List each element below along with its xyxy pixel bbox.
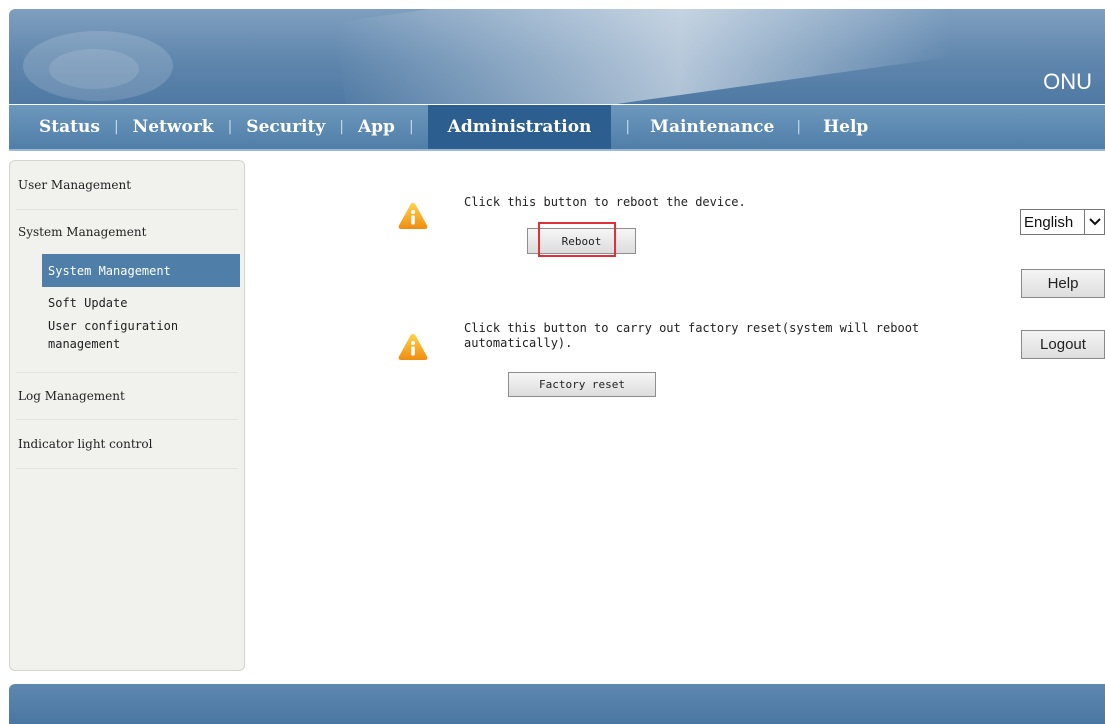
header-banner: ONU	[9, 9, 1105, 104]
nav-item-app[interactable]: App	[358, 105, 395, 149]
nav-item-status[interactable]: Status	[9, 105, 100, 149]
sidebar-subitem-user-configuration-management[interactable]: User configuration management	[48, 314, 244, 353]
banner-light-streak	[334, 9, 1104, 104]
main-nav: Status | Network | Security | App | Admi…	[9, 105, 1105, 151]
nav-separator: |	[625, 119, 631, 135]
factory-reset-message-line2: automatically).	[464, 336, 573, 350]
sidebar-item-indicator-light-control[interactable]: Indicator light control	[10, 420, 244, 468]
sidebar: User Management System Management System…	[9, 160, 245, 671]
sidebar-subitem-label-line1: User configuration	[48, 319, 179, 333]
sidebar-subitem-soft-update[interactable]: Soft Update	[48, 292, 244, 314]
warning-icon	[398, 203, 428, 229]
language-select[interactable]: English	[1020, 209, 1105, 235]
nav-separator: |	[796, 119, 802, 135]
warning-icon	[398, 334, 428, 360]
nav-item-security[interactable]: Security	[246, 105, 325, 149]
sidebar-item-log-management[interactable]: Log Management	[10, 373, 244, 419]
logout-button[interactable]: Logout	[1021, 330, 1105, 359]
nav-separator: |	[339, 119, 344, 135]
nav-item-administration[interactable]: Administration	[427, 105, 612, 149]
nav-separator: |	[113, 119, 119, 135]
chevron-down-icon[interactable]	[1084, 210, 1104, 234]
sidebar-divider	[16, 468, 238, 469]
nav-item-help[interactable]: Help	[823, 105, 868, 149]
nav-item-maintenance[interactable]: Maintenance	[644, 105, 774, 149]
factory-reset-button[interactable]: Factory reset	[508, 372, 656, 397]
nav-separator: |	[227, 119, 233, 135]
sidebar-subitem-system-management[interactable]: System Management	[42, 254, 240, 287]
nav-separator: |	[408, 119, 414, 135]
banner-globe-graphic-inner	[49, 49, 139, 89]
factory-reset-message: Click this button to carry out factory r…	[464, 321, 919, 351]
sidebar-item-user-management[interactable]: User Management	[10, 161, 244, 209]
footer-bar	[9, 684, 1105, 724]
reboot-message: Click this button to reboot the device.	[464, 195, 746, 209]
sidebar-item-system-management[interactable]: System Management	[10, 210, 244, 254]
sidebar-subitems: Soft Update User configuration managemen…	[10, 287, 244, 353]
sidebar-subitem-label-line2: management	[48, 337, 121, 351]
device-name: ONU	[1043, 69, 1092, 94]
factory-reset-message-line1: Click this button to carry out factory r…	[464, 321, 920, 335]
reboot-button-highlight	[538, 222, 616, 257]
language-select-value: English	[1024, 213, 1074, 231]
nav-item-network[interactable]: Network	[133, 105, 214, 149]
help-button[interactable]: Help	[1021, 269, 1105, 298]
